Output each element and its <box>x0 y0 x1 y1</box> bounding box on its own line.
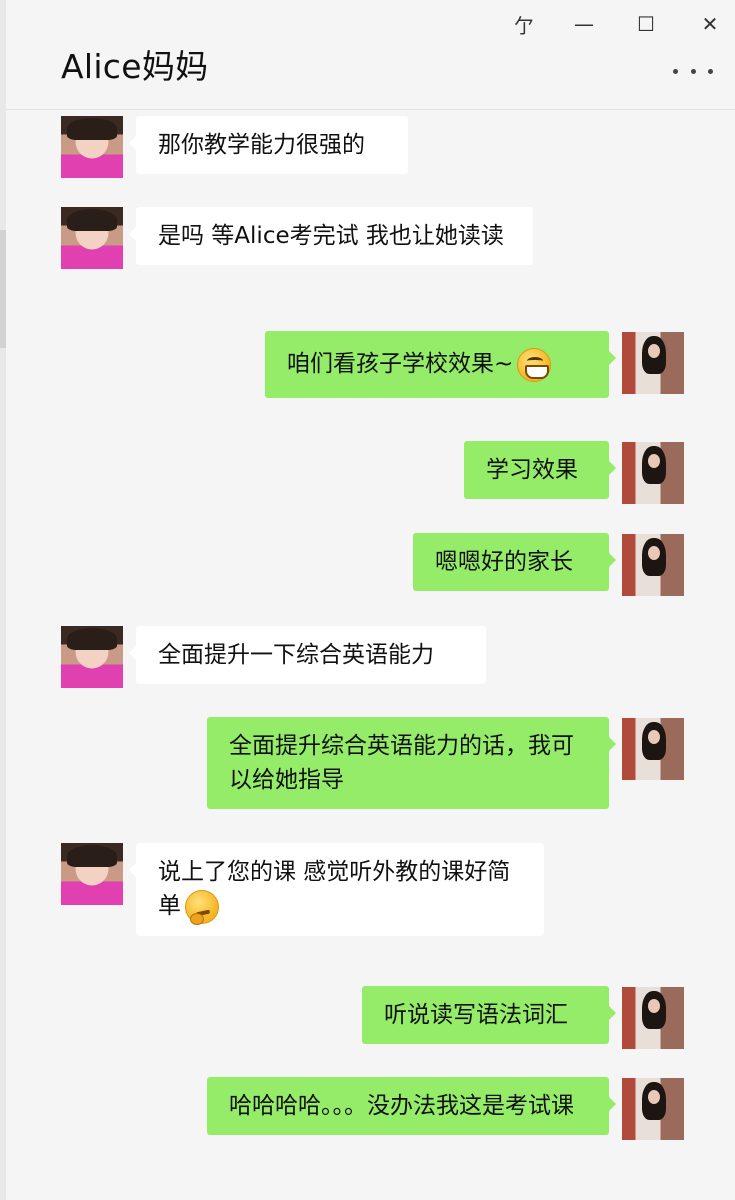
my-avatar[interactable] <box>622 987 684 1049</box>
my-avatar[interactable] <box>622 718 684 780</box>
message-list[interactable]: 那你教学能力很强的 是吗 等Alice考完试 我也让她读读 咱们看孩子学校效果~… <box>6 111 735 1200</box>
contact-avatar[interactable] <box>61 207 123 269</box>
incoming-message[interactable]: 说上了您的课 感觉听外教的课好简单 <box>129 843 544 936</box>
outgoing-message[interactable]: 哈哈哈哈。。。没办法我这是考试课 <box>207 1077 616 1135</box>
more-dots-icon[interactable] <box>673 56 713 86</box>
message-text: 哈哈哈哈。。。没办法我这是考试课 <box>229 1093 574 1119</box>
chat-title: Alice妈妈 <box>61 47 209 86</box>
incoming-message[interactable]: 是吗 等Alice考完试 我也让她读读 <box>129 207 533 265</box>
outgoing-message[interactable]: 学习效果 <box>464 441 616 499</box>
thinking-emoji-icon <box>185 889 219 925</box>
maximize-button[interactable]: ☐ <box>630 8 662 40</box>
contact-avatar[interactable] <box>61 843 123 905</box>
message-text: 是吗 等Alice考完试 我也让她读读 <box>158 223 504 249</box>
grin-emoji-icon <box>517 347 552 382</box>
outgoing-message[interactable]: 全面提升综合英语能力的话，我可以给她指导 <box>207 717 616 809</box>
outgoing-message[interactable]: 嗯嗯好的家长 <box>413 533 616 591</box>
my-avatar[interactable] <box>622 1078 684 1140</box>
close-button[interactable]: ✕ <box>694 8 726 40</box>
my-avatar[interactable] <box>622 332 684 394</box>
contact-avatar[interactable] <box>61 626 123 688</box>
my-avatar[interactable] <box>622 534 684 596</box>
outgoing-message[interactable]: 咱们看孩子学校效果~ <box>265 331 616 398</box>
incoming-message[interactable]: 全面提升一下综合英语能力 <box>129 626 486 684</box>
my-avatar[interactable] <box>622 442 684 504</box>
message-text: 嗯嗯好的家长 <box>435 549 573 575</box>
message-text: 学习效果 <box>486 457 578 483</box>
minimize-button[interactable]: — <box>568 8 600 40</box>
contact-avatar[interactable] <box>61 116 123 178</box>
pin-icon[interactable]: 亇 <box>508 8 540 40</box>
message-text: 全面提升综合英语能力的话，我可以给她指导 <box>229 733 574 793</box>
incoming-message[interactable]: 那你教学能力很强的 <box>129 116 408 174</box>
message-text: 咱们看孩子学校效果~ <box>287 351 514 377</box>
outgoing-message[interactable]: 听说读写语法词汇 <box>362 986 616 1044</box>
message-text: 那你教学能力很强的 <box>158 132 365 158</box>
message-text: 听说读写语法词汇 <box>384 1002 568 1028</box>
message-text: 全面提升一下综合英语能力 <box>158 642 434 668</box>
title-bar: Alice妈妈 亇 — ☐ ✕ <box>6 0 735 110</box>
